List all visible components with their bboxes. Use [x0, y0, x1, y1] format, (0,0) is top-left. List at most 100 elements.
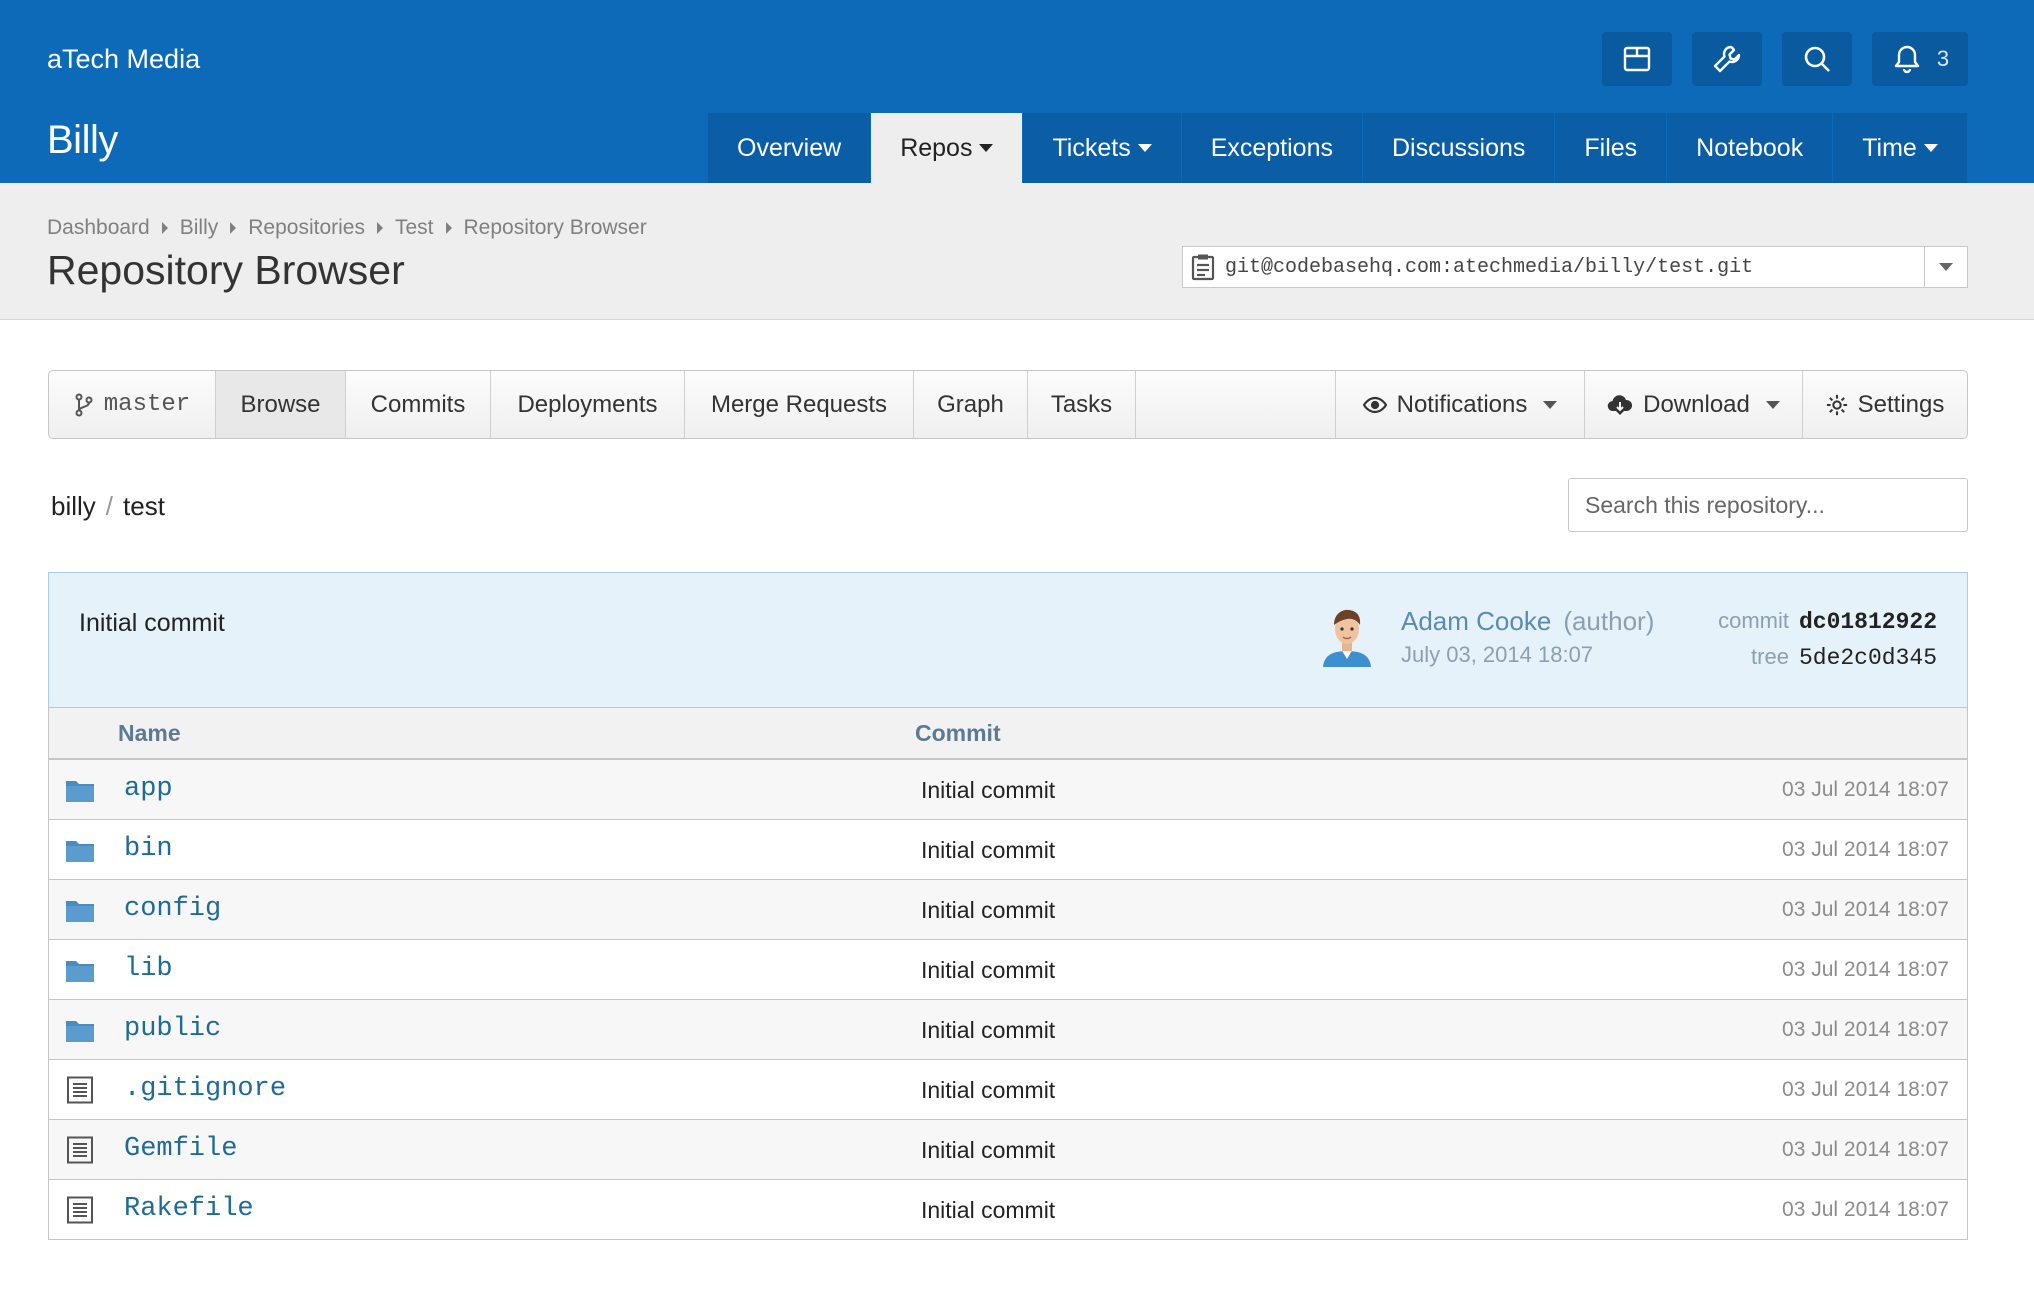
search-button[interactable]: [1782, 32, 1852, 86]
tab-deployments[interactable]: Deployments: [491, 371, 685, 438]
table-row: app Initial commit 03 Jul 2014 18:07: [49, 760, 1967, 820]
nav-tab-label: Tickets: [1052, 133, 1131, 162]
breadcrumb: Dashboard Billy Repositories Test Repository…: [47, 216, 647, 240]
wrench-icon: [1713, 45, 1741, 73]
download-dropdown[interactable]: Download: [1585, 371, 1803, 438]
tab-tickets[interactable]: Tickets: [1023, 113, 1182, 183]
breadcrumb-item[interactable]: Test: [395, 216, 434, 240]
table-header: Name Commit: [49, 708, 1967, 760]
commit-date: July 03, 2014 18:07: [1401, 642, 1594, 667]
nav-tab-label: Time: [1862, 133, 1917, 162]
tab-deployments-label: Deployments: [517, 390, 658, 418]
table-row: bin Initial commit 03 Jul 2014 18:07: [49, 820, 1967, 880]
file-name-link[interactable]: app: [124, 774, 173, 804]
file-commit-date: 03 Jul 2014 18:07: [1782, 1198, 1949, 1221]
file-commit-date: 03 Jul 2014 18:07: [1782, 898, 1949, 921]
nav-tab-label: Discussions: [1392, 133, 1526, 162]
path-repo-link[interactable]: billy: [51, 491, 96, 521]
tab-graph[interactable]: Graph: [914, 371, 1028, 438]
nav-tab-label: Exceptions: [1210, 133, 1333, 162]
breadcrumb-separator-icon: [161, 222, 168, 234]
breadcrumb-item[interactable]: Dashboard: [47, 216, 150, 240]
commit-ids: commit dc01812922 tree 5de2c0d345: [1718, 608, 1937, 680]
tree-sha[interactable]: 5de2c0d345: [1799, 645, 1937, 671]
file-commit-link[interactable]: Initial commit: [921, 897, 1055, 924]
tab-merge-requests[interactable]: Merge Requests: [685, 371, 914, 438]
chevron-down-icon: [1543, 400, 1558, 409]
file-name-link[interactable]: public: [124, 1014, 221, 1044]
table-body: app Initial commit 03 Jul 2014 18:07 bin Ini…: [49, 760, 1967, 1240]
tab-commits-label: Commits: [370, 390, 466, 418]
table-row: .gitignore Initial commit 03 Jul 2014 18:0…: [49, 1060, 1967, 1120]
file-name-link[interactable]: config: [124, 894, 221, 924]
file-commit-link[interactable]: Initial commit: [921, 1077, 1055, 1104]
file-commit-link[interactable]: Initial commit: [921, 1137, 1055, 1164]
file-name-link[interactable]: Gemfile: [124, 1134, 237, 1164]
file-commit-link[interactable]: Initial commit: [921, 777, 1055, 804]
tab-discussions[interactable]: Discussions: [1363, 113, 1556, 183]
file-commit-link[interactable]: Initial commit: [921, 957, 1055, 984]
eye-icon: [1362, 396, 1387, 413]
clone-url-box[interactable]: git@codebasehq.com:atechmedia/billy/test…: [1182, 246, 1968, 288]
notifications-button[interactable]: 3: [1872, 32, 1968, 86]
repo-path: billy / test: [51, 491, 165, 522]
page-title: Repository Browser: [47, 247, 405, 293]
download-label: Download: [1643, 390, 1750, 418]
clone-url[interactable]: git@codebasehq.com:atechmedia/billy/test…: [1225, 256, 1924, 279]
tab-browse[interactable]: Browse: [216, 371, 346, 438]
cloud-download-icon: [1607, 394, 1633, 415]
tab-tasks[interactable]: Tasks: [1028, 371, 1136, 438]
commit-message[interactable]: Initial commit: [79, 609, 225, 638]
window-icon: [1623, 46, 1651, 72]
project-name[interactable]: Billy: [47, 118, 118, 163]
bell-icon: [1894, 45, 1920, 74]
breadcrumb-item[interactable]: Billy: [180, 216, 219, 240]
admin-button[interactable]: [1692, 32, 1762, 86]
tab-repos[interactable]: Repos: [871, 113, 1024, 183]
repo-toolbar: master Browse Commits Deployments Merge …: [48, 370, 1968, 439]
column-name-header: Name: [118, 720, 181, 746]
latest-commit-box: Initial commit Adam Cooke (author) July 0…: [48, 572, 1968, 708]
breadcrumb-separator-icon: [376, 222, 383, 234]
path-name[interactable]: test: [123, 491, 165, 521]
author-name[interactable]: Adam Cooke: [1401, 606, 1551, 636]
file-commit-link[interactable]: Initial commit: [921, 1017, 1055, 1044]
tab-notebook[interactable]: Notebook: [1667, 113, 1834, 183]
file-name-link[interactable]: Rakefile: [124, 1194, 254, 1224]
folder-icon: [66, 901, 94, 922]
table-row: config Initial commit 03 Jul 2014 18:07: [49, 880, 1967, 940]
tab-time[interactable]: Time: [1833, 113, 1968, 183]
avatar: [1323, 609, 1371, 667]
file-commit-link[interactable]: Initial commit: [921, 1197, 1055, 1224]
file-name-link[interactable]: bin: [124, 834, 173, 864]
repo-search-input[interactable]: [1568, 478, 1968, 532]
main-nav: Overview Repos Tickets Exceptions Discussion…: [708, 113, 1968, 183]
file-commit-date: 03 Jul 2014 18:07: [1782, 1138, 1949, 1161]
clone-protocol-dropdown[interactable]: [1924, 247, 1967, 287]
dashboard-button[interactable]: [1602, 32, 1672, 86]
tab-exceptions[interactable]: Exceptions: [1181, 113, 1363, 183]
caret-down-icon: [979, 144, 994, 152]
notifications-dropdown[interactable]: Notifications: [1336, 371, 1585, 438]
top-header: aTech Media Billy 3 Overview Repos Tickets…: [0, 0, 2034, 183]
file-icon: [67, 1196, 93, 1224]
file-commit-date: 03 Jul 2014 18:07: [1782, 778, 1949, 801]
file-commit-date: 03 Jul 2014 18:07: [1782, 1018, 1949, 1041]
file-name-link[interactable]: .gitignore: [124, 1074, 286, 1104]
tab-overview[interactable]: Overview: [708, 113, 872, 183]
org-name[interactable]: aTech Media: [47, 44, 200, 75]
tab-commits[interactable]: Commits: [346, 371, 491, 438]
folder-icon: [66, 841, 94, 862]
nav-tab-label: Repos: [900, 133, 973, 162]
commit-sha[interactable]: dc01812922: [1799, 609, 1937, 635]
breadcrumb-separator-icon: [230, 222, 237, 234]
file-name-link[interactable]: lib: [124, 954, 173, 984]
breadcrumb-item[interactable]: Repositories: [248, 216, 365, 240]
caret-down-icon: [1137, 144, 1152, 152]
settings-button[interactable]: Settings: [1803, 371, 1967, 438]
branch-selector[interactable]: master: [49, 371, 216, 438]
clipboard-icon[interactable]: [1191, 253, 1215, 281]
chevron-down-icon: [1765, 400, 1780, 409]
tab-files[interactable]: Files: [1555, 113, 1668, 183]
file-commit-link[interactable]: Initial commit: [921, 837, 1055, 864]
